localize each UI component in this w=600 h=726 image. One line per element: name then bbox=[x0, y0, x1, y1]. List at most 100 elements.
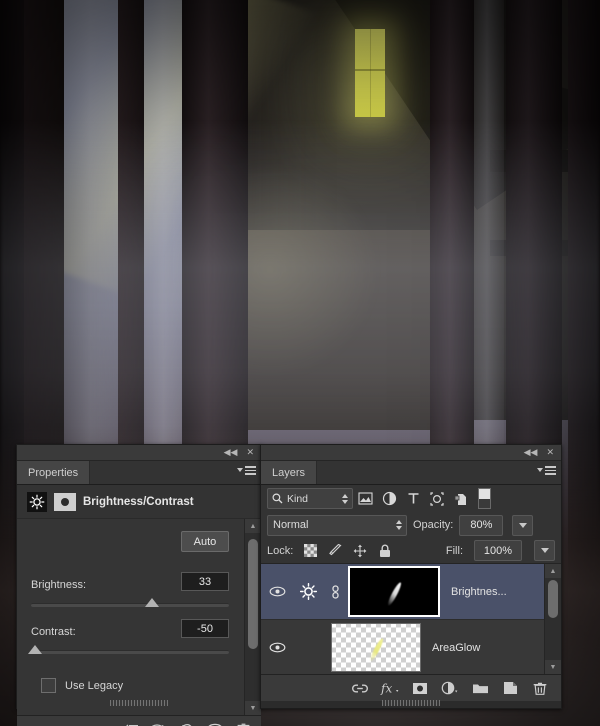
brightness-slider-thumb[interactable] bbox=[144, 598, 159, 607]
link-layers-icon[interactable] bbox=[345, 675, 375, 701]
use-legacy-checkbox[interactable] bbox=[41, 678, 56, 693]
stepper-icon[interactable] bbox=[342, 493, 348, 504]
tab-properties-label: Properties bbox=[28, 466, 79, 479]
collapse-icon[interactable]: ◀◀ bbox=[224, 448, 238, 457]
toggle-visibility-icon[interactable] bbox=[201, 716, 229, 726]
delete-adjustment-icon[interactable] bbox=[229, 716, 257, 726]
panel-resize-grip[interactable] bbox=[382, 700, 440, 706]
table-row[interactable]: Brightnes... bbox=[261, 564, 561, 620]
close-icon[interactable]: ✕ bbox=[246, 448, 254, 457]
layer-list[interactable]: Brightnes... AreaGlow ▲ ▼ bbox=[261, 564, 561, 674]
blend-mode-row: Normal Opacity: 80% bbox=[261, 512, 561, 538]
scroll-down-arrow-icon[interactable]: ▼ bbox=[245, 701, 261, 715]
collapse-icon[interactable]: ◀◀ bbox=[524, 448, 538, 457]
smart-object-filter-icon[interactable] bbox=[449, 488, 473, 510]
reset-icon[interactable] bbox=[173, 716, 201, 726]
contrast-value[interactable]: -50 bbox=[181, 619, 229, 638]
panel-menu-icon bbox=[245, 466, 256, 475]
properties-panel: ◀◀ ✕ Properties Brightness/Contrast Auto… bbox=[16, 444, 262, 726]
scroll-down-arrow-icon[interactable]: ▼ bbox=[545, 660, 561, 674]
type-layer-filter-icon[interactable] bbox=[401, 488, 425, 510]
brightness-contrast-icon[interactable] bbox=[294, 582, 322, 601]
filter-kind-label: Kind bbox=[287, 492, 309, 505]
layer-visibility-icon[interactable] bbox=[267, 642, 287, 653]
use-legacy-row[interactable]: Use Legacy bbox=[41, 678, 123, 693]
brightness-slider-track[interactable] bbox=[31, 598, 229, 607]
layer-visibility-icon[interactable] bbox=[267, 586, 287, 597]
properties-scrollbar[interactable]: ▲ ▼ bbox=[244, 519, 261, 715]
lock-position-icon[interactable] bbox=[352, 543, 368, 559]
filter-kind-select[interactable]: Kind bbox=[267, 488, 353, 509]
lock-label: Lock: bbox=[267, 544, 294, 557]
add-layer-mask-icon[interactable] bbox=[405, 675, 435, 701]
opacity-label: Opacity: bbox=[413, 519, 454, 531]
properties-menu-button[interactable] bbox=[237, 466, 256, 475]
layers-footer: fx bbox=[261, 674, 561, 701]
transparent-layer-thumbnail[interactable] bbox=[331, 623, 421, 672]
new-adjustment-layer-icon[interactable] bbox=[435, 675, 465, 701]
layer-style-fx-icon[interactable]: fx bbox=[375, 675, 405, 701]
contrast-label: Contrast: bbox=[31, 626, 76, 638]
layer-mask-thumbnail[interactable] bbox=[348, 566, 440, 617]
scroll-up-arrow-icon[interactable]: ▲ bbox=[545, 564, 561, 578]
adjustment-header: Brightness/Contrast bbox=[17, 485, 261, 519]
new-group-icon[interactable] bbox=[465, 675, 495, 701]
layers-scrollbar[interactable]: ▲ ▼ bbox=[544, 564, 561, 674]
pixel-layer-filter-icon[interactable] bbox=[353, 488, 377, 510]
tab-layers[interactable]: Layers bbox=[261, 461, 318, 484]
stepper-icon[interactable] bbox=[396, 520, 402, 530]
filter-toggle-switch[interactable] bbox=[478, 488, 491, 509]
adjustment-layer-filter-icon[interactable] bbox=[377, 488, 401, 510]
chevron-down-icon bbox=[237, 468, 243, 473]
brightness-label: Brightness: bbox=[31, 579, 87, 591]
layer-name[interactable]: AreaGlow bbox=[432, 642, 480, 654]
layer-name[interactable]: Brightnes... bbox=[451, 586, 507, 598]
fill-dropdown-button[interactable] bbox=[534, 540, 555, 561]
lock-all-icon[interactable] bbox=[377, 543, 393, 559]
auto-button[interactable]: Auto bbox=[181, 531, 229, 552]
tab-properties[interactable]: Properties bbox=[17, 461, 91, 484]
layers-panel: ◀◀ ✕ Layers Kind Normal Opacity: 80% Loc… bbox=[260, 444, 562, 709]
brightness-value[interactable]: 33 bbox=[181, 572, 229, 591]
scroll-up-arrow-icon[interactable]: ▲ bbox=[245, 519, 261, 533]
svg-text:fx: fx bbox=[380, 682, 392, 696]
properties-footer bbox=[17, 715, 261, 726]
layers-tabstrip: Layers bbox=[261, 461, 561, 485]
contrast-slider-thumb[interactable] bbox=[27, 645, 42, 654]
toggle-previous-state-icon[interactable] bbox=[145, 716, 173, 726]
properties-body: Brightness/Contrast Auto Brightness: 33 … bbox=[17, 485, 261, 726]
shape-layer-filter-icon[interactable] bbox=[425, 488, 449, 510]
layer-filter-row: Kind bbox=[261, 485, 561, 512]
lock-transparent-pixels-icon[interactable] bbox=[302, 543, 318, 559]
close-icon[interactable]: ✕ bbox=[546, 448, 554, 457]
brightness-slider-group: Brightness: 33 bbox=[31, 572, 229, 607]
contrast-slider-track[interactable] bbox=[27, 645, 229, 654]
table-row[interactable]: AreaGlow bbox=[261, 620, 561, 674]
page-title: Brightness/Contrast bbox=[83, 495, 194, 508]
lock-row: Lock: Fill: 100% bbox=[261, 538, 561, 564]
delete-layer-icon[interactable] bbox=[525, 675, 555, 701]
fill-value[interactable]: 100% bbox=[474, 540, 522, 561]
scrollbar-thumb[interactable] bbox=[548, 580, 558, 618]
lock-image-pixels-icon[interactable] bbox=[327, 543, 343, 559]
properties-titlebar: ◀◀ ✕ bbox=[17, 445, 261, 461]
tab-layers-label: Layers bbox=[272, 466, 306, 479]
scrollbar-thumb[interactable] bbox=[248, 539, 258, 649]
chevron-down-icon bbox=[537, 468, 543, 473]
search-icon bbox=[272, 493, 283, 504]
blend-mode-value: Normal bbox=[273, 519, 309, 531]
layers-menu-button[interactable] bbox=[537, 466, 556, 475]
new-layer-icon[interactable] bbox=[495, 675, 525, 701]
layers-titlebar: ◀◀ ✕ bbox=[261, 445, 561, 461]
fill-label: Fill: bbox=[445, 544, 463, 557]
brightness-contrast-icon bbox=[27, 491, 47, 512]
panel-resize-grip[interactable] bbox=[110, 700, 168, 706]
tabstrip-filler bbox=[317, 461, 561, 484]
opacity-dropdown-button[interactable] bbox=[512, 514, 534, 536]
opacity-value[interactable]: 80% bbox=[459, 514, 504, 536]
properties-content: Auto Brightness: 33 Contrast: -50 Use Le… bbox=[17, 519, 261, 715]
layers-body: Kind Normal Opacity: 80% Lock: Fill: 100… bbox=[261, 485, 561, 706]
link-mask-icon[interactable] bbox=[329, 584, 341, 599]
clip-to-layer-icon[interactable] bbox=[117, 716, 145, 726]
blend-mode-select[interactable]: Normal bbox=[267, 514, 407, 536]
